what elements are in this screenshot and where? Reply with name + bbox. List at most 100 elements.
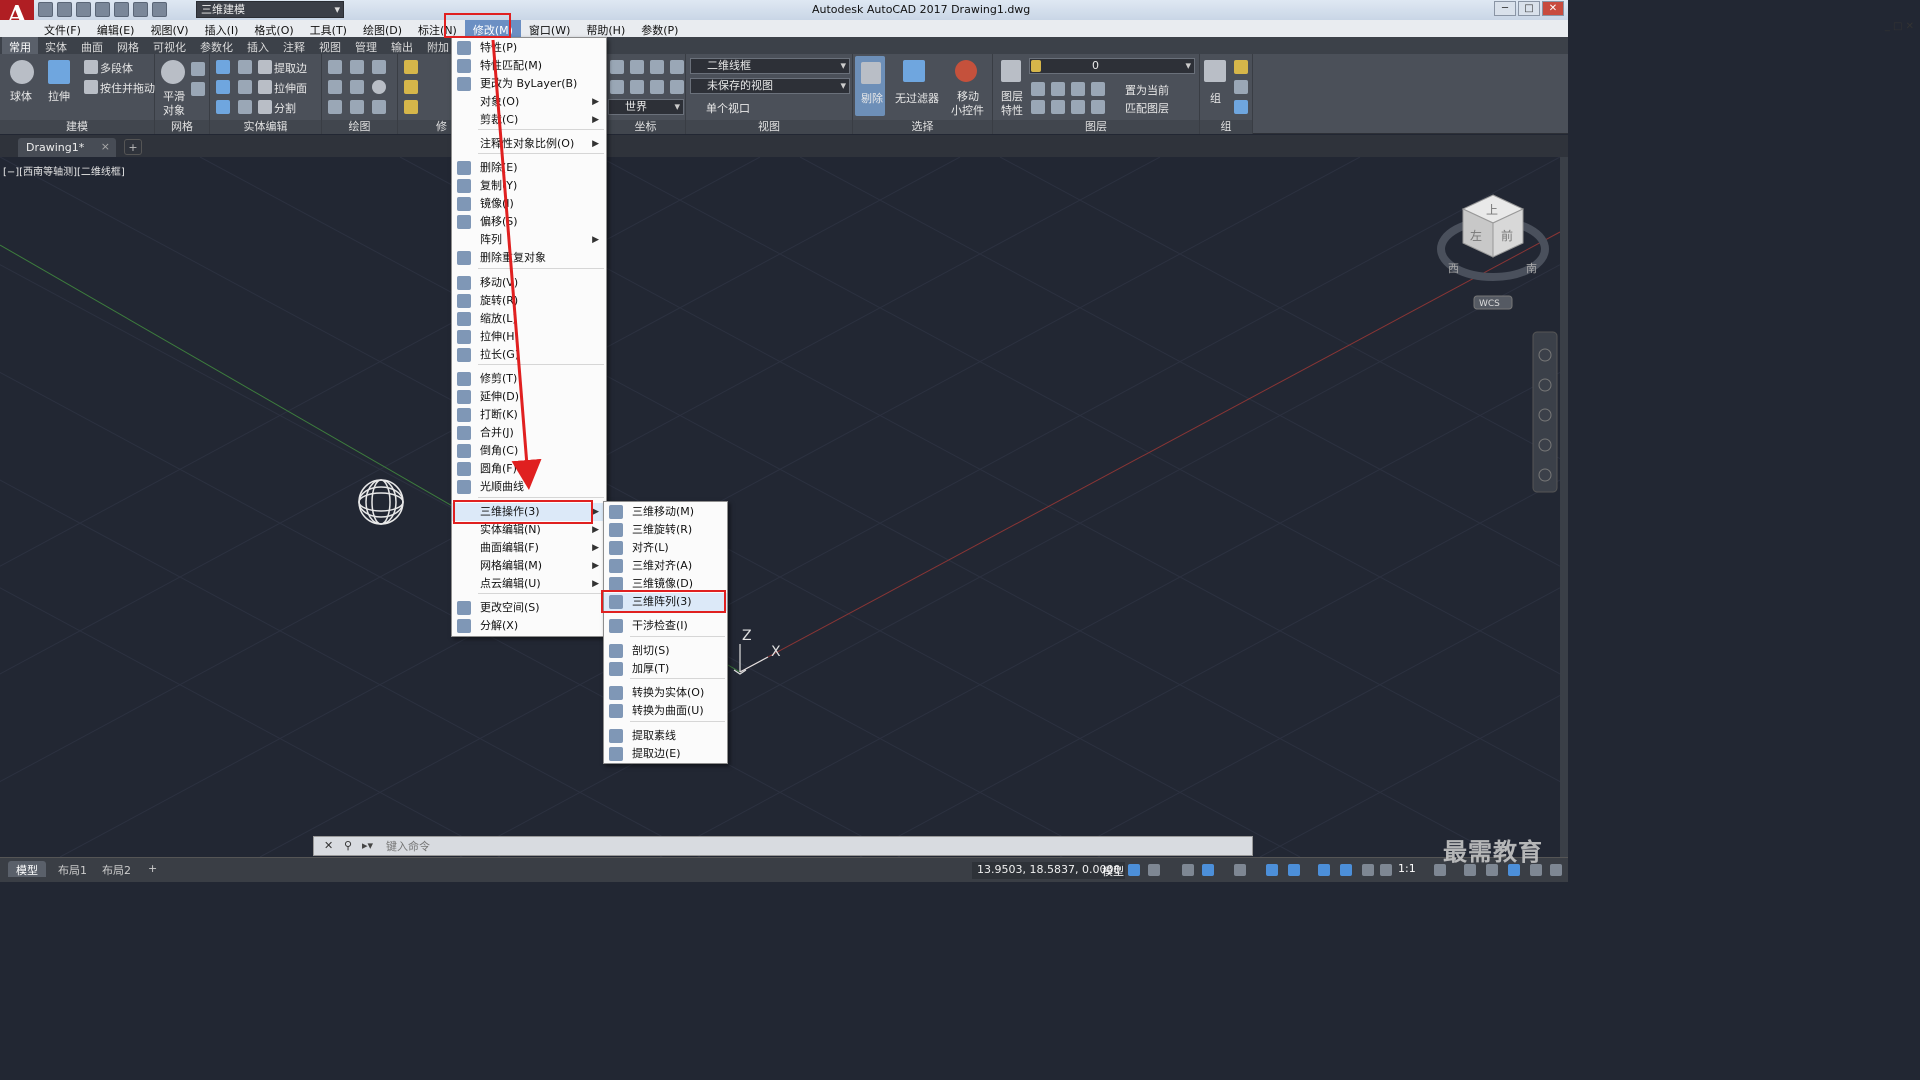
ucs-icon[interactable] [650,60,664,74]
layer-tool-icon[interactable] [1091,100,1105,114]
tab-view[interactable]: 视图 [312,37,348,54]
submenu-item-9[interactable]: 转换为实体(O) [604,684,727,702]
polysolid-label[interactable]: 多段体 [100,60,133,76]
layer-tool-icon[interactable] [1031,100,1045,114]
document-window-controls[interactable]: _ □ ✕ [1885,21,1914,32]
submenu-item-2[interactable]: 对齐(L) [604,539,727,557]
subtract-icon[interactable] [216,80,230,94]
submenu-item-4[interactable]: 三维镜像(D) [604,575,727,593]
gizmo-icon[interactable] [955,60,977,82]
ucs-icon[interactable] [670,60,684,74]
modify-tool-icon[interactable] [404,60,418,74]
culling-label[interactable]: 剔除 [861,90,883,106]
set-current-label[interactable]: 置为当前 [1125,82,1169,98]
viewport-controls-label[interactable]: [−][西南等轴测][二维线框] [3,163,125,178]
menu-item-17[interactable]: 修剪(T) [452,370,606,388]
annotation-scale[interactable]: 1:1 [1398,862,1416,875]
submenu-item-3[interactable]: 三维对齐(A) [604,557,727,575]
vertical-scrollbar[interactable] [1560,157,1568,857]
spline-icon[interactable] [328,80,342,94]
tab-parametric[interactable]: 参数化 [193,37,240,54]
presspull-icon[interactable] [84,80,98,94]
extrude-icon[interactable] [48,60,70,84]
extract-edges-label[interactable]: 提取边 [274,60,307,76]
extrude-faces-label[interactable]: 拉伸面 [274,80,307,96]
model-space-button[interactable]: 模型 [1098,862,1128,879]
layer-tool-icon[interactable] [1071,82,1085,96]
menu-item-7[interactable]: 复制(Y) [452,177,606,195]
ellipse-icon[interactable] [372,100,386,114]
grid-icon[interactable] [1128,864,1140,876]
submenu-item-1[interactable]: 三维旋转(R) [604,521,727,539]
navigation-bar[interactable] [1532,331,1558,493]
intersect-icon[interactable] [216,100,230,114]
layer-properties-label-2[interactable]: 特性 [1001,102,1023,118]
submenu-item-11[interactable]: 提取素线 [604,727,727,745]
dynamic-ucs-icon[interactable] [1288,864,1300,876]
extrude-label[interactable]: 拉伸 [48,88,70,104]
layer-dropdown[interactable]: 0 [1029,58,1195,74]
visual-style-dropdown[interactable]: 二维线框 [690,58,850,74]
tab-annotate[interactable]: 注释 [276,37,312,54]
selection-cycling-icon[interactable] [1340,864,1352,876]
menu-item-21[interactable]: 倒角(C) [452,442,606,460]
menu-item-20[interactable]: 合并(J) [452,424,606,442]
tab-surface[interactable]: 曲面 [74,37,110,54]
wrench-icon[interactable]: ⚲ [344,839,352,852]
group-title[interactable]: 视图 [686,120,852,134]
menu-item-5[interactable]: 注释性对象比例(O) ▶ [452,135,606,153]
submenu-item-0[interactable]: 三维移动(M) [604,503,727,521]
line-icon[interactable] [328,60,342,74]
extract-edges-icon[interactable] [258,60,272,74]
extrude-faces-icon[interactable] [258,80,272,94]
layer-tool-icon[interactable] [1051,82,1065,96]
ucs-icon[interactable] [650,80,664,94]
menu-file[interactable]: 文件(F) [36,20,89,37]
group-title[interactable]: 绘图 [322,120,397,134]
group-title[interactable]: 实体编辑 [210,120,321,134]
file-tab-drawing1[interactable]: Drawing1* × [18,138,116,157]
object-label[interactable]: 对象 [163,102,185,118]
presspull-label[interactable]: 按住并拖动 [100,80,155,96]
transparency-icon[interactable] [1318,864,1330,876]
no-filter-label[interactable]: 无过滤器 [895,90,939,106]
menu-item-12[interactable]: 移动(V) [452,274,606,292]
submenu-item-5[interactable]: 三维阵列(3) [604,593,727,611]
maximize-button[interactable]: □ [1518,1,1540,16]
named-view-dropdown[interactable]: 未保存的视图 [690,78,850,94]
viewcube[interactable]: 上 左 前 西 南 WCS [1437,194,1549,310]
menu-format[interactable]: 格式(O) [246,20,301,37]
menu-insert[interactable]: 插入(I) [197,20,247,37]
menu-item-14[interactable]: 缩放(L) [452,310,606,328]
layer-properties-icon[interactable] [1001,60,1021,82]
new-icon[interactable] [38,2,53,17]
menu-item-1[interactable]: 特性匹配(M) [452,57,606,75]
new-tab-button[interactable]: + [124,139,142,155]
open-icon[interactable] [57,2,72,17]
group-icon[interactable] [1204,60,1226,82]
group-tool-icon[interactable] [1234,80,1248,94]
modify-tool-icon[interactable] [404,80,418,94]
save-icon[interactable] [76,2,91,17]
ucs-icon[interactable] [610,60,624,74]
menu-item-27[interactable]: 网格编辑(M) ▶ [452,557,606,575]
smooth-object-icon[interactable] [161,60,185,84]
menu-item-29[interactable]: 更改空间(S) [452,599,606,617]
sphere-icon[interactable] [10,60,34,84]
ucs-icon[interactable] [610,80,624,94]
solid-tool-icon[interactable] [238,60,252,74]
menu-item-26[interactable]: 曲面编辑(F) ▶ [452,539,606,557]
osnap-icon[interactable] [1234,864,1246,876]
menu-item-22[interactable]: 圆角(F) [452,460,606,478]
menu-item-30[interactable]: 分解(X) [452,617,606,635]
group-tool-icon[interactable] [1234,100,1248,114]
tab-output[interactable]: 输出 [384,37,420,54]
polygon-icon[interactable] [328,100,342,114]
layout-tab-1[interactable]: 布局1 [50,861,95,877]
submenu-item-8[interactable]: 加厚(T) [604,660,727,678]
separate-icon[interactable] [258,100,272,114]
layer-tool-icon[interactable] [1071,100,1085,114]
filter-icon[interactable] [903,60,925,82]
menu-view[interactable]: 视图(V) [142,20,196,37]
menu-item-13[interactable]: 旋转(R) [452,292,606,310]
